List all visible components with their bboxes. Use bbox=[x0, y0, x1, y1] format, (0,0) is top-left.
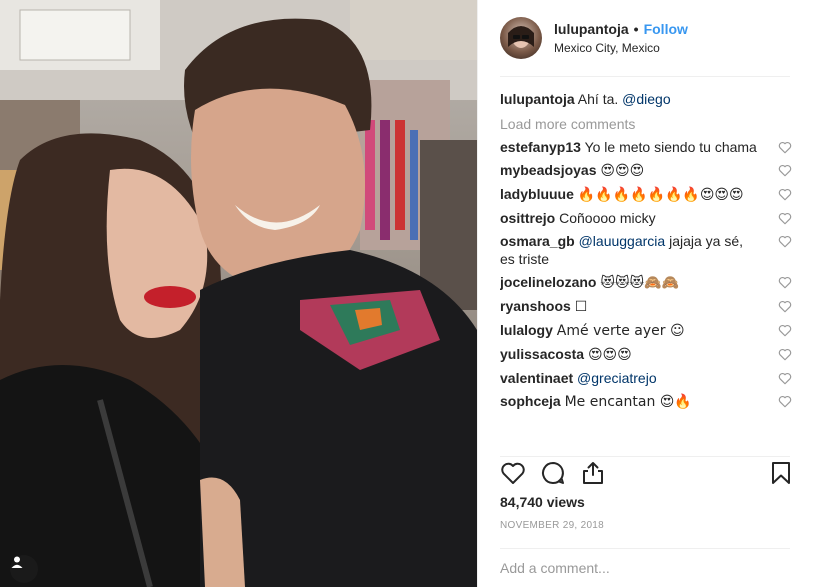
share-icon[interactable] bbox=[580, 460, 606, 486]
caption-username[interactable]: lulupantoja bbox=[500, 91, 575, 107]
comment-text: ☐ bbox=[574, 299, 588, 315]
comment-item: lulalogy Amé verte ayer ☺ bbox=[500, 321, 800, 340]
comment-username[interactable]: lulalogy bbox=[500, 322, 553, 338]
comment-username[interactable]: sophceja bbox=[500, 393, 561, 409]
action-bar bbox=[500, 460, 795, 488]
comment-text: Coñoooo micky bbox=[559, 210, 656, 226]
comment-item: valentinaet @greciatrejo bbox=[500, 369, 800, 387]
comment-like-icon[interactable] bbox=[778, 300, 792, 313]
comment-item: estefanyp13 Yo le meto siendo tu chama bbox=[500, 138, 800, 156]
comment-mention[interactable]: @lauuggarcia bbox=[579, 233, 666, 249]
header-text: lulupantoja • Follow Mexico City, Mexico bbox=[554, 21, 688, 55]
post-header: lulupantoja • Follow Mexico City, Mexico bbox=[478, 0, 816, 76]
avatar[interactable] bbox=[500, 17, 542, 59]
comment-like-icon[interactable] bbox=[778, 141, 792, 154]
comment-username[interactable]: osmara_gb bbox=[500, 233, 575, 249]
comment-like-icon[interactable] bbox=[778, 372, 792, 385]
comment-username[interactable]: valentinaet bbox=[500, 370, 573, 386]
comment-like-icon[interactable] bbox=[778, 276, 792, 289]
post-username[interactable]: lulupantoja bbox=[554, 21, 629, 37]
post-photo bbox=[0, 0, 477, 587]
bookmark-icon[interactable] bbox=[768, 460, 794, 486]
comment-text: 🔥🔥🔥🔥🔥🔥🔥😍😍😍 bbox=[577, 187, 744, 203]
heart-outline-icon[interactable] bbox=[500, 460, 526, 486]
comments-list: lulupantoja Ahí ta. @diego Load more com… bbox=[500, 84, 800, 456]
comment-username[interactable]: ladybluuue bbox=[500, 186, 574, 202]
comment-text: 😻😻😻🙈🙈 bbox=[600, 275, 680, 291]
comment-username[interactable]: ryanshoos bbox=[500, 298, 571, 314]
separator-dot: • bbox=[633, 21, 639, 37]
comment-item: ladybluuue 🔥🔥🔥🔥🔥🔥🔥😍😍😍 bbox=[500, 185, 800, 204]
caption-mention[interactable]: @diego bbox=[622, 91, 670, 107]
comment-like-icon[interactable] bbox=[778, 235, 792, 248]
caption-text: Ahí ta. bbox=[577, 91, 619, 107]
comment-username[interactable]: jocelinelozano bbox=[500, 274, 596, 290]
comment-username[interactable]: mybeadsjoyas bbox=[500, 162, 597, 178]
comment-username[interactable]: yulissacosta bbox=[500, 346, 584, 362]
post-sidebar: lulupantoja • Follow Mexico City, Mexico… bbox=[477, 0, 816, 587]
post-date: NOVEMBER 29, 2018 bbox=[500, 520, 605, 531]
add-comment-input[interactable] bbox=[500, 556, 790, 580]
comment-text: 😍😍😍 bbox=[587, 347, 632, 363]
post-location[interactable]: Mexico City, Mexico bbox=[554, 41, 688, 55]
post-caption: lulupantoja Ahí ta. @diego bbox=[500, 90, 800, 108]
comment-input-divider bbox=[500, 548, 790, 549]
header-divider bbox=[500, 76, 790, 77]
comment-text: Me encantan 😍🔥 bbox=[564, 394, 692, 410]
comment-bubble-icon[interactable] bbox=[540, 460, 566, 486]
comment-text: Yo le meto siendo tu chama bbox=[584, 139, 757, 155]
comment-item: osmara_gb @lauuggarcia jajaja ya sé, es … bbox=[500, 232, 800, 268]
comment-item: sophceja Me encantan 😍🔥 bbox=[500, 392, 800, 411]
load-more-comments-button[interactable]: Load more comments bbox=[500, 115, 800, 133]
comment-username[interactable]: estefanyp13 bbox=[500, 139, 581, 155]
comment-item: ryanshoos ☐ bbox=[500, 297, 800, 316]
header-line: lulupantoja • Follow bbox=[554, 21, 688, 37]
comment-item: jocelinelozano 😻😻😻🙈🙈 bbox=[500, 273, 800, 292]
comment-like-icon[interactable] bbox=[778, 212, 792, 225]
actions-divider bbox=[500, 456, 790, 457]
comment-like-icon[interactable] bbox=[778, 164, 792, 177]
comment-like-icon[interactable] bbox=[778, 188, 792, 201]
comment-text: 😍😍😍 bbox=[600, 163, 645, 179]
comment-mention[interactable]: @greciatrejo bbox=[577, 370, 657, 386]
comment-like-icon[interactable] bbox=[778, 395, 792, 408]
comment-like-icon[interactable] bbox=[778, 348, 792, 361]
comment-item: mybeadsjoyas 😍😍😍 bbox=[500, 161, 800, 180]
view-count[interactable]: 84,740 views bbox=[500, 494, 585, 510]
user-tag-icon[interactable] bbox=[10, 555, 38, 583]
follow-button[interactable]: Follow bbox=[644, 21, 688, 37]
comment-item: osittrejo Coñoooo micky bbox=[500, 209, 800, 227]
comment-like-icon[interactable] bbox=[778, 324, 792, 337]
post-media[interactable] bbox=[0, 0, 477, 587]
comment-text: Amé verte ayer ☺ bbox=[556, 323, 685, 339]
comment-username[interactable]: osittrejo bbox=[500, 210, 555, 226]
comment-item: yulissacosta 😍😍😍 bbox=[500, 345, 800, 364]
